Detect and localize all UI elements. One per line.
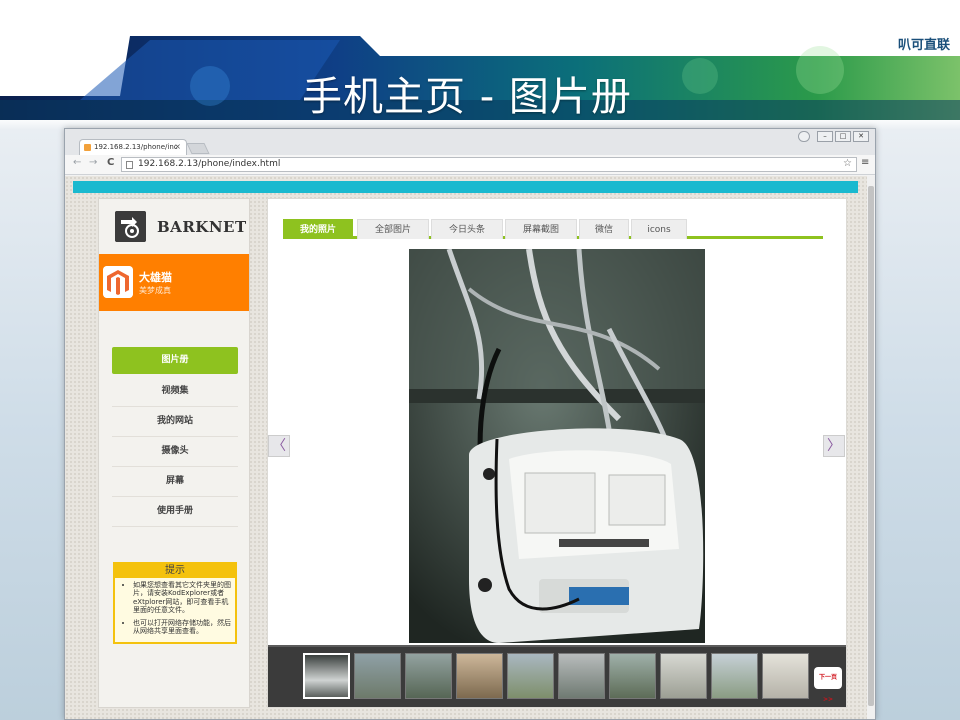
browser-tabstrip: 192.168.2.13/phone/inc × – □ ✕ (65, 129, 875, 155)
gallery-tabs: 我的照片 全部图片 今日头条 屏幕截图 微信 icons (283, 219, 823, 239)
sidebar: BARKNET 大雄猫 美梦成真 图片册 视频集 我的网站 摄像头 屏幕 使用手… (98, 198, 250, 708)
page-header-bar (73, 181, 858, 193)
next-page-button[interactable]: 下一页 >> (814, 667, 842, 703)
thumbnail[interactable] (354, 653, 401, 699)
url-text: 192.168.2.13/phone/index.html (138, 159, 281, 169)
main-photo (409, 249, 705, 643)
forward-icon[interactable]: → (89, 157, 97, 168)
tab-screenshots[interactable]: 屏幕截图 (505, 219, 577, 239)
magento-logo-icon (103, 266, 133, 298)
previous-photo-button[interactable]: 〈 (268, 435, 290, 457)
back-icon[interactable]: ← (73, 157, 81, 168)
browser-tab[interactable]: 192.168.2.13/phone/inc × (79, 139, 187, 155)
tab-all-images[interactable]: 全部图片 (357, 219, 429, 239)
thumbnail[interactable] (303, 653, 350, 699)
favicon-icon (84, 144, 91, 151)
brand-label: 叭可直联 (897, 38, 950, 53)
tip-list: 如果您想查看其它文件夹里的图片，请安装KodExplorer或者eXtplore… (115, 578, 235, 635)
reload-icon[interactable]: C (107, 157, 114, 168)
tip-item: 也可以打开网络存储功能，然后从网络共享里面查看。 (133, 619, 231, 636)
logo-text: BARKNET (157, 218, 247, 236)
thumbnail-strip: 下一页 >> (268, 645, 846, 707)
thumbnail[interactable] (609, 653, 656, 699)
browser-tab-title: 192.168.2.13/phone/inc (94, 143, 178, 151)
window-close-button[interactable]: ✕ (853, 131, 869, 142)
thumbnail[interactable] (660, 653, 707, 699)
profile-subtitle: 美梦成真 (139, 286, 171, 295)
bookmark-star-icon[interactable]: ☆ (843, 158, 852, 169)
tab-icons[interactable]: icons (631, 219, 687, 239)
profile-card[interactable]: 大雄猫 美梦成真 (99, 254, 249, 311)
page-viewport: BARKNET 大雄猫 美梦成真 图片册 视频集 我的网站 摄像头 屏幕 使用手… (65, 176, 867, 719)
minimize-button[interactable]: – (817, 131, 833, 142)
tip-box: 提示 如果您想查看其它文件夹里的图片，请安装KodExplorer或者eXtpl… (113, 562, 237, 644)
sidebar-item-camera[interactable]: 摄像头 (112, 437, 238, 467)
site-logo[interactable]: BARKNET (115, 209, 246, 245)
tip-item: 如果您想查看其它文件夹里的图片，请安装KodExplorer或者eXtplore… (133, 581, 231, 615)
thumbnail[interactable] (456, 653, 503, 699)
thumbnail[interactable] (405, 653, 452, 699)
address-bar[interactable]: 192.168.2.13/phone/index.html ☆ (121, 157, 857, 172)
maximize-button[interactable]: □ (835, 131, 851, 142)
browser-menu-icon[interactable]: ≡ (861, 157, 869, 168)
tab-wechat[interactable]: 微信 (579, 219, 629, 239)
sidebar-item-screen[interactable]: 屏幕 (112, 467, 238, 497)
thumbnail[interactable] (711, 653, 758, 699)
close-icon[interactable]: × (174, 142, 181, 151)
tab-my-photos[interactable]: 我的照片 (283, 219, 353, 239)
tip-title: 提示 (115, 564, 235, 578)
sidebar-nav: 图片册 视频集 我的网站 摄像头 屏幕 使用手册 (112, 347, 238, 527)
browser-toolbar: ← → C 192.168.2.13/phone/index.html ☆ ≡ (65, 155, 875, 175)
profile-name: 大雄猫 (139, 271, 172, 284)
sidebar-item-photo-album[interactable]: 图片册 (112, 347, 238, 374)
tab-toutiao[interactable]: 今日头条 (431, 219, 503, 239)
barknet-logo-icon (115, 211, 146, 242)
new-tab-button[interactable] (186, 143, 210, 154)
browser-window: 192.168.2.13/phone/inc × – □ ✕ ← → C 192… (64, 128, 876, 720)
thumbnail[interactable] (762, 653, 809, 699)
thumbnail[interactable] (507, 653, 554, 699)
page-icon (126, 161, 133, 169)
slide-title: 手机主页 - 图片册 (302, 74, 632, 120)
vertical-scrollbar[interactable] (867, 176, 875, 719)
next-photo-button[interactable]: 〉 (823, 435, 845, 457)
sidebar-item-my-website[interactable]: 我的网站 (112, 407, 238, 437)
profile-icon[interactable] (798, 131, 810, 142)
scrollbar-thumb[interactable] (868, 186, 874, 706)
thumbnail[interactable] (558, 653, 605, 699)
sidebar-item-user-manual[interactable]: 使用手册 (112, 497, 238, 527)
gallery-panel: 我的照片 全部图片 今日头条 屏幕截图 微信 icons 〈 〉 下一页 >> (267, 198, 847, 708)
sidebar-item-video-collection[interactable]: 视频集 (112, 377, 238, 407)
